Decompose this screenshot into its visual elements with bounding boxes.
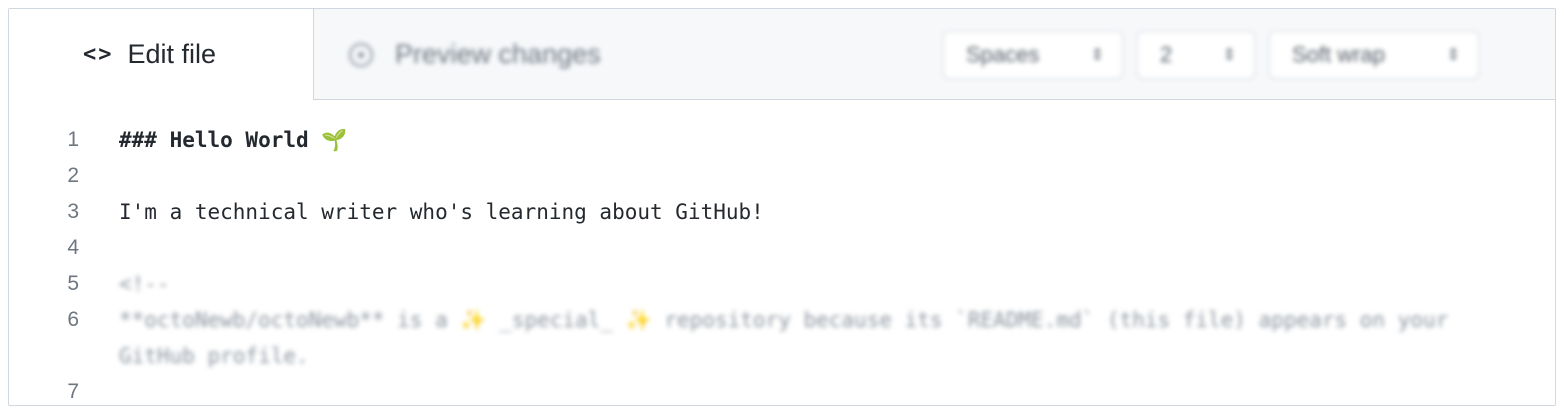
tab-edit-file-label: Edit file: [127, 39, 217, 69]
indent-mode-value: Spaces: [966, 42, 1040, 67]
line-text-wrapped: GitHub profile.: [119, 344, 309, 368]
line-number: 7: [67, 380, 79, 403]
indent-mode-select[interactable]: Spaces ⇕: [943, 31, 1123, 79]
select-arrows-icon: ⇕: [1222, 47, 1236, 64]
line-number: 1: [67, 128, 79, 151]
line-number: 6: [67, 308, 79, 331]
line-text: I'm a technical writer who's learning ab…: [119, 200, 764, 224]
code-editor[interactable]: 1 ### Hello World 🌱 2 3 I'm a technical …: [9, 100, 1555, 405]
tab-preview-changes-label: Preview changes: [395, 39, 601, 69]
indent-size-select[interactable]: 2 ⇕: [1137, 31, 1255, 79]
line-text: ### Hello World 🌱: [119, 128, 348, 152]
line-text: <!--: [119, 272, 170, 296]
tab-preview-changes[interactable]: Preview changes: [349, 9, 601, 100]
wrap-mode-value: Soft wrap: [1292, 42, 1385, 67]
tab-edit-file[interactable]: <> Edit file: [9, 9, 314, 100]
select-arrows-icon: ⇕: [1446, 47, 1460, 64]
indent-size-value: 2: [1160, 42, 1173, 67]
line-number: 3: [67, 200, 79, 223]
wrap-mode-select[interactable]: Soft wrap ⇕: [1269, 31, 1479, 79]
seedling-icon: 🌱: [321, 128, 348, 152]
eye-icon: [349, 42, 373, 67]
sparkles-icon: ✨: [625, 308, 652, 332]
editor-header: <> Edit file Preview changes Spaces ⇕ 2 …: [9, 9, 1555, 100]
select-arrows-icon: ⇕: [1090, 47, 1104, 64]
file-editor: <> Edit file Preview changes Spaces ⇕ 2 …: [8, 8, 1556, 406]
editor-controls: Spaces ⇕ 2 ⇕ Soft wrap ⇕: [943, 31, 1479, 79]
code-icon: <>: [83, 42, 114, 67]
line-number: 4: [67, 236, 79, 259]
line-number: 2: [67, 164, 79, 187]
line-text: **octoNewb/octoNewb** is a ✨ _special_ ✨…: [119, 308, 1449, 332]
line-number: 5: [67, 272, 79, 295]
sparkles-icon: ✨: [460, 308, 487, 332]
